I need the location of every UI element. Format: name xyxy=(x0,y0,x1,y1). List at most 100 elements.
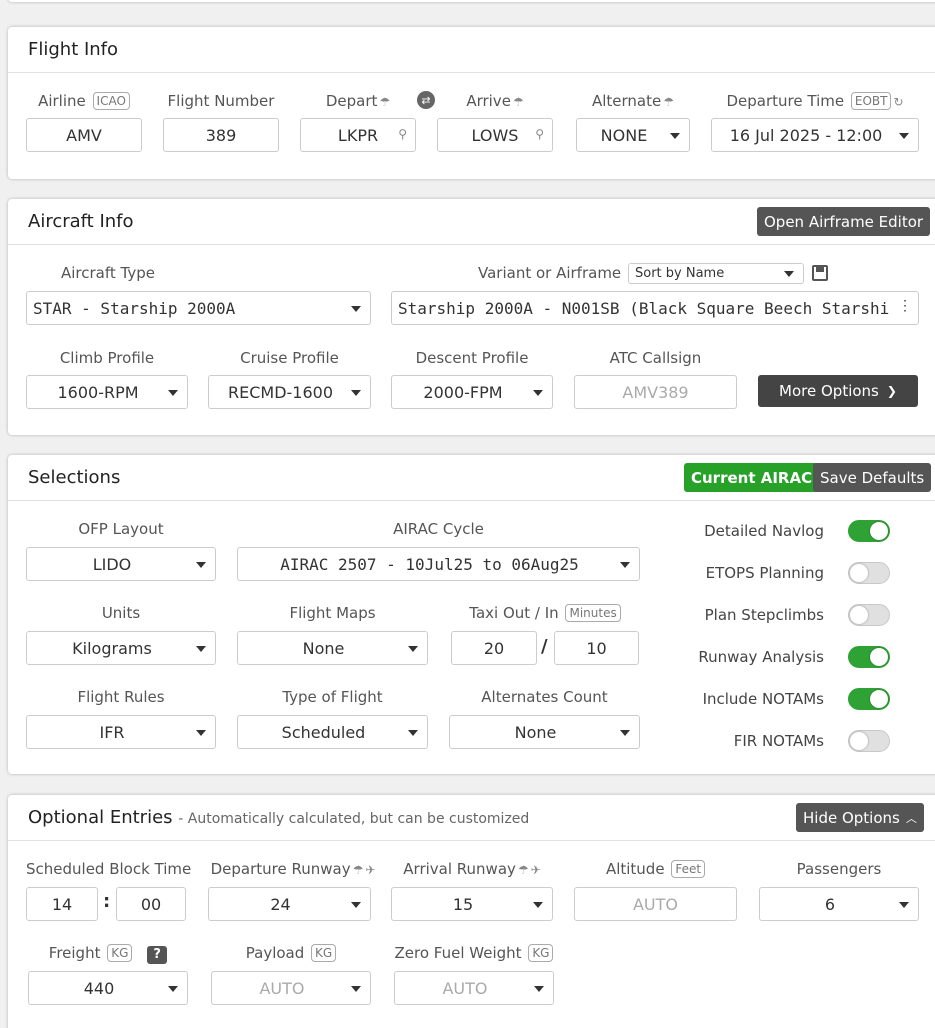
toggle-detailed-navlog[interactable] xyxy=(848,520,890,542)
departure-runway-label: Departure Runway ☂ ✈ xyxy=(210,860,376,878)
descent-profile-label: Descent Profile xyxy=(415,349,529,367)
ofp-layout-label: OFP Layout xyxy=(78,520,164,538)
zfw-value: AUTO xyxy=(442,978,488,998)
chevron-down-icon xyxy=(534,986,544,992)
weather-icon[interactable]: ☂ xyxy=(379,95,390,109)
block-time-minutes-input[interactable]: 00 xyxy=(116,887,186,921)
type-of-flight-value: Scheduled xyxy=(281,722,366,742)
chevron-up-icon: ︿ xyxy=(905,811,917,825)
freight-value: 440 xyxy=(83,978,115,998)
icao-tag: ICAO xyxy=(92,92,130,110)
toggle-plan-stepclimbs[interactable] xyxy=(848,604,890,626)
units-label: Units xyxy=(101,604,141,622)
arrival-runway-select[interactable]: 15 xyxy=(391,887,553,921)
weather-icon[interactable]: ☂ xyxy=(513,95,524,109)
variant-select[interactable]: Starship 2000A - N001SB (Black Square Be… xyxy=(391,291,919,325)
toggle-runway-analysis[interactable] xyxy=(848,646,890,668)
descent-profile-value: 2000-FPM xyxy=(423,382,503,402)
kg-tag: KG xyxy=(107,944,133,962)
more-options-button[interactable]: More Options ❯ xyxy=(758,375,918,407)
type-of-flight-label: Type of Flight xyxy=(282,688,383,706)
swap-airports-icon[interactable]: ⇄ xyxy=(417,91,435,109)
open-airframe-editor-button[interactable]: Open Airframe Editor xyxy=(757,207,931,236)
passengers-value: 6 xyxy=(824,894,836,914)
alternate-label: Alternate ☂ xyxy=(591,92,675,110)
chevron-down-icon xyxy=(351,902,361,908)
departure-runway-value: 24 xyxy=(270,894,291,914)
save-icon[interactable] xyxy=(812,265,828,281)
arrival-runway-value: 15 xyxy=(452,894,474,914)
toggle-label-detailed-navlog: Detailed Navlog xyxy=(704,522,824,540)
weather-icon[interactable]: ☂ xyxy=(663,95,674,109)
departure-runway-select[interactable]: 24 xyxy=(208,887,371,921)
toggle-knob xyxy=(870,690,888,708)
taxi-out-input[interactable]: 20 xyxy=(451,631,537,665)
block-time-hours-input[interactable]: 14 xyxy=(26,887,98,921)
arrive-label: Arrive ☂ xyxy=(466,92,524,110)
airac-cycle-select[interactable]: AIRAC 2507 - 10Jul25 to 06Aug25 xyxy=(237,547,640,581)
atc-callsign-input[interactable]: AMV389 xyxy=(574,375,737,409)
save-defaults-button[interactable]: Save Defaults xyxy=(813,463,932,492)
weather-icon[interactable]: ☂ xyxy=(353,863,364,877)
ofp-layout-value: LIDO xyxy=(92,554,132,574)
weather-icon[interactable]: ☂ xyxy=(518,863,529,877)
search-icon[interactable]: ⚲ xyxy=(398,127,407,141)
aircraft-type-select[interactable]: STAR - Starship 2000A xyxy=(26,291,371,325)
alternates-count-select[interactable]: None xyxy=(449,715,640,749)
arrive-input[interactable]: LOWS ⚲ xyxy=(437,118,553,152)
cruise-profile-select[interactable]: RECMD-1600 xyxy=(208,375,371,409)
ofp-layout-select[interactable]: LIDO xyxy=(26,547,216,581)
toggle-etops-planning[interactable] xyxy=(848,562,890,584)
chevron-down-icon xyxy=(351,306,361,312)
current-airac-button[interactable]: Current AIRAC xyxy=(684,463,820,492)
flight-maps-value: None xyxy=(302,638,345,658)
aircraft-type-label: Aircraft Type xyxy=(61,264,155,282)
flight-info-title: Flight Info xyxy=(28,39,119,60)
flight-maps-select[interactable]: None xyxy=(237,631,428,665)
aircraft-type-value: STAR - Starship 2000A xyxy=(33,298,236,318)
chevron-down-icon xyxy=(899,902,909,908)
toggle-include-notams[interactable] xyxy=(848,688,890,710)
refresh-icon[interactable]: ↻ xyxy=(893,95,903,109)
chevron-down-icon xyxy=(196,562,206,568)
airac-cycle-value: AIRAC 2507 - 10Jul25 to 06Aug25 xyxy=(280,554,579,574)
type-of-flight-select[interactable]: Scheduled xyxy=(237,715,428,749)
optional-entries-title: Optional Entries - Automatically calcula… xyxy=(28,807,529,828)
departure-time-select[interactable]: 16 Jul 2025 - 12:00 xyxy=(711,118,919,152)
arrival-runway-label: Arrival Runway ☂ ✈ xyxy=(403,860,541,878)
flight-rules-select[interactable]: IFR xyxy=(26,715,216,749)
freight-select[interactable]: 440 xyxy=(28,971,188,1005)
toggle-label-fir-notams: FIR NOTAMs xyxy=(733,732,824,750)
minutes-tag: Minutes xyxy=(565,604,621,622)
taxi-in-input[interactable]: 10 xyxy=(554,631,639,665)
toggle-knob xyxy=(870,522,888,540)
chevron-down-icon xyxy=(533,902,543,908)
alternate-select[interactable]: NONE xyxy=(576,118,690,152)
descent-profile-select[interactable]: 2000-FPM xyxy=(391,375,553,409)
depart-input[interactable]: LKPR ⚲ xyxy=(300,118,416,152)
help-icon[interactable]: ? xyxy=(147,946,168,964)
units-select[interactable]: Kilograms xyxy=(26,631,216,665)
sort-select[interactable]: Sort by Name xyxy=(628,263,804,284)
alternates-count-label: Alternates Count xyxy=(481,688,608,706)
chevron-down-icon: ❯ xyxy=(886,384,897,398)
hide-options-button[interactable]: Hide Options ︿ xyxy=(796,803,924,832)
zfw-select[interactable]: AUTO xyxy=(394,971,554,1005)
airline-input[interactable]: AMV xyxy=(26,118,142,152)
toggle-knob xyxy=(850,606,868,624)
passengers-select[interactable]: 6 xyxy=(759,887,919,921)
flight-info-header: Flight Info xyxy=(8,27,935,73)
alternate-value: NONE xyxy=(600,125,648,145)
altitude-input[interactable]: AUTO xyxy=(574,887,737,921)
toggle-fir-notams[interactable] xyxy=(848,730,890,752)
cruise-profile-value: RECMD-1600 xyxy=(227,382,333,402)
chevron-down-icon xyxy=(899,133,909,139)
optional-entries-title-text: Optional Entries xyxy=(28,807,173,828)
payload-select[interactable]: AUTO xyxy=(211,971,371,1005)
save-icon-label-strip xyxy=(816,267,824,272)
selections-card: Selections Current AIRAC Save Defaults O… xyxy=(8,455,935,774)
climb-profile-select[interactable]: 1600-RPM xyxy=(26,375,188,409)
aircraft-info-title: Aircraft Info xyxy=(28,211,134,232)
search-icon[interactable]: ⚲ xyxy=(535,127,544,141)
flight-number-input[interactable]: 389 xyxy=(163,118,279,152)
